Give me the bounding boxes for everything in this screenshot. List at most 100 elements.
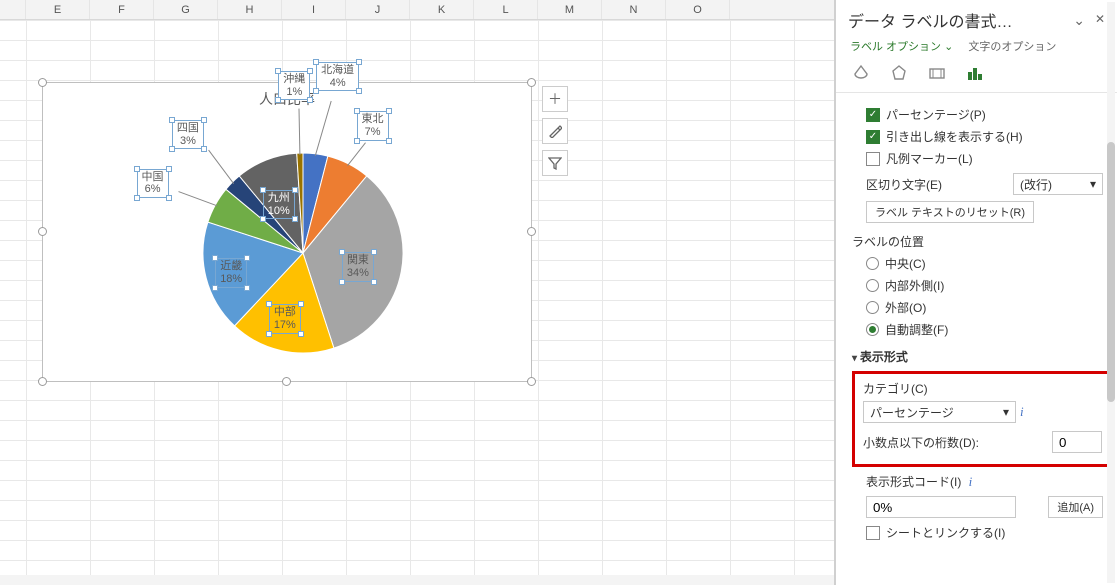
- label-handle[interactable]: [201, 117, 207, 123]
- col-header[interactable]: L: [474, 0, 538, 19]
- label-handle[interactable]: [354, 138, 360, 144]
- pane-scrollbar[interactable]: [1107, 2, 1115, 583]
- data-label[interactable]: 近畿18%: [215, 258, 247, 287]
- resize-handle[interactable]: [38, 377, 47, 386]
- pane-collapse-button[interactable]: ⌄: [1073, 12, 1085, 29]
- label-handle[interactable]: [298, 301, 304, 307]
- label-handle[interactable]: [292, 187, 298, 193]
- label-handle[interactable]: [275, 97, 281, 103]
- label-handle[interactable]: [201, 146, 207, 152]
- col-header[interactable]: K: [410, 0, 474, 19]
- resize-handle[interactable]: [38, 78, 47, 87]
- label-handle[interactable]: [212, 255, 218, 261]
- col-header[interactable]: O: [666, 0, 730, 19]
- leader-lines-label: 引き出し線を表示する(H): [886, 128, 1023, 145]
- tab-text-options[interactable]: 文字のオプション: [968, 41, 1056, 53]
- data-label[interactable]: 九州10%: [263, 190, 295, 219]
- data-label[interactable]: 中部17%: [269, 304, 301, 333]
- chart-elements-button[interactable]: ＋: [542, 86, 568, 112]
- col-header[interactable]: F: [90, 0, 154, 19]
- pane-close-button[interactable]: ✕: [1095, 12, 1105, 29]
- position-best-fit-radio[interactable]: [866, 323, 879, 336]
- label-handle[interactable]: [298, 331, 304, 337]
- decimals-input[interactable]: [1052, 431, 1102, 453]
- legend-marker-checkbox[interactable]: [866, 152, 880, 166]
- label-options-tab-icon[interactable]: [964, 62, 986, 84]
- label-handle[interactable]: [313, 88, 319, 94]
- label-handle[interactable]: [313, 59, 319, 65]
- pane-scroll-body[interactable]: ✓ パーセンテージ(P) ✓ 引き出し線を表示する(H) 凡例マーカー(L) 区…: [836, 93, 1117, 585]
- spreadsheet-area[interactable]: E F G H I J K L M N O 人口比率 北海道4%東北7%関東34…: [0, 0, 835, 585]
- label-handle[interactable]: [244, 285, 250, 291]
- data-label[interactable]: 北海道4%: [316, 62, 359, 91]
- col-header[interactable]: H: [218, 0, 282, 19]
- label-handle[interactable]: [354, 108, 360, 114]
- position-inside-end-radio[interactable]: [866, 279, 879, 292]
- col-header[interactable]: J: [346, 0, 410, 19]
- label-handle[interactable]: [371, 279, 377, 285]
- format-code-input[interactable]: [866, 496, 1016, 518]
- data-label[interactable]: 中国6%: [137, 169, 169, 198]
- add-format-button[interactable]: 追加(A): [1048, 496, 1103, 518]
- resize-handle[interactable]: [527, 377, 536, 386]
- label-handle[interactable]: [260, 187, 266, 193]
- info-icon[interactable]: i: [969, 474, 973, 489]
- label-handle[interactable]: [275, 68, 281, 74]
- chart-object[interactable]: 人口比率 北海道4%東北7%関東34%中部17%近畿18%中国6%四国3%九州1…: [42, 82, 532, 382]
- data-label[interactable]: 関東34%: [342, 252, 374, 281]
- label-handle[interactable]: [260, 216, 266, 222]
- label-handle[interactable]: [166, 195, 172, 201]
- separator-select[interactable]: (改行)▾: [1013, 173, 1103, 195]
- size-props-tab-icon[interactable]: [926, 62, 948, 84]
- label-handle[interactable]: [292, 216, 298, 222]
- fill-line-tab-icon[interactable]: [850, 62, 872, 84]
- chart-styles-button[interactable]: [542, 118, 568, 144]
- resize-handle[interactable]: [282, 377, 291, 386]
- link-to-source-checkbox[interactable]: [866, 526, 880, 540]
- label-handle[interactable]: [371, 249, 377, 255]
- category-select[interactable]: パーセンテージ▾: [863, 401, 1016, 423]
- label-handle[interactable]: [266, 301, 272, 307]
- format-code-label: 表示形式コード(I) i: [866, 473, 1103, 490]
- resize-handle[interactable]: [527, 78, 536, 87]
- col-header[interactable]: M: [538, 0, 602, 19]
- col-header[interactable]: G: [154, 0, 218, 19]
- col-header[interactable]: E: [26, 0, 90, 19]
- label-handle[interactable]: [134, 166, 140, 172]
- effects-tab-icon[interactable]: [888, 62, 910, 84]
- label-handle[interactable]: [169, 146, 175, 152]
- label-handle[interactable]: [307, 97, 313, 103]
- position-center-radio[interactable]: [866, 257, 879, 270]
- label-handle[interactable]: [244, 255, 250, 261]
- horizontal-scrollbar[interactable]: [0, 575, 834, 585]
- data-label[interactable]: 東北7%: [357, 111, 389, 140]
- label-handle[interactable]: [339, 249, 345, 255]
- number-format-heading[interactable]: 表示形式: [852, 348, 1103, 365]
- label-handle[interactable]: [356, 88, 362, 94]
- chart-filter-button[interactable]: [542, 150, 568, 176]
- info-icon[interactable]: i: [1020, 404, 1024, 420]
- percentage-checkbox[interactable]: ✓: [866, 108, 880, 122]
- leader-lines-checkbox[interactable]: ✓: [866, 130, 880, 144]
- scrollbar-thumb[interactable]: [1107, 142, 1115, 402]
- tab-label-options[interactable]: ラベル オプション ⌄: [850, 41, 953, 53]
- col-header[interactable]: I: [282, 0, 346, 19]
- reset-label-text-button[interactable]: ラベル テキストのリセット(R): [866, 201, 1034, 223]
- col-header[interactable]: N: [602, 0, 666, 19]
- resize-handle[interactable]: [38, 227, 47, 236]
- label-handle[interactable]: [169, 117, 175, 123]
- data-label[interactable]: 四国3%: [172, 120, 204, 149]
- label-handle[interactable]: [386, 108, 392, 114]
- label-handle[interactable]: [134, 195, 140, 201]
- label-handle[interactable]: [339, 279, 345, 285]
- label-handle[interactable]: [386, 138, 392, 144]
- label-handle[interactable]: [266, 331, 272, 337]
- position-outside-radio[interactable]: [866, 301, 879, 314]
- data-label[interactable]: 沖縄1%: [278, 71, 310, 100]
- label-handle[interactable]: [356, 59, 362, 65]
- resize-handle[interactable]: [527, 227, 536, 236]
- label-handle[interactable]: [212, 285, 218, 291]
- label-handle[interactable]: [166, 166, 172, 172]
- label-handle[interactable]: [307, 68, 313, 74]
- percentage-label: パーセンテージ(P): [886, 106, 986, 123]
